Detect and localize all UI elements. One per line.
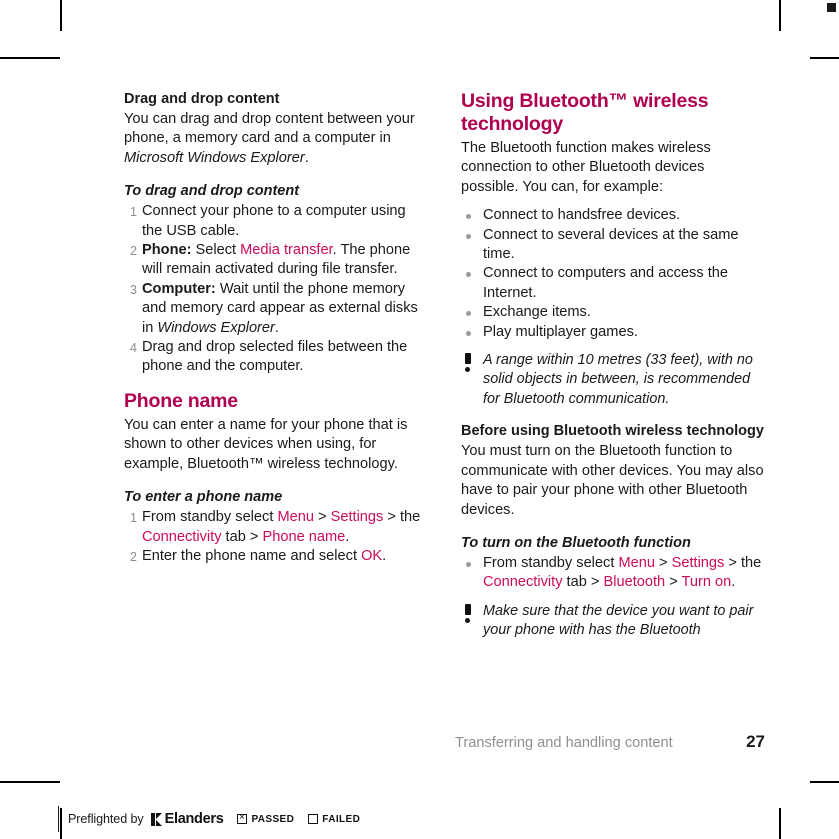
list-item: Connect to computers and access the Inte… (461, 264, 764, 303)
registration-square-mark (827, 3, 836, 12)
step-item: From standby select Menu > Settings > th… (124, 508, 421, 545)
steps-drag-and-drop: Connect your phone to a computer using t… (124, 202, 427, 377)
step-item: Connect your phone to a computer using t… (124, 202, 406, 239)
italic-microsoft-windows-explorer: Microsoft Windows Explorer (124, 149, 305, 166)
left-column: Drag and drop content You can drag and d… (124, 90, 427, 641)
preflight-stamp: Preflighted by Elanders PASSED FAILED (58, 806, 360, 832)
paragraph-bluetooth-intro: The Bluetooth function makes wireless co… (461, 140, 711, 195)
steps-turn-on-bluetooth: From standby select Menu > Settings > th… (461, 554, 764, 593)
preflight-prefix-label: Preflighted by (68, 812, 144, 826)
step-item: Drag and drop selected files between the… (124, 338, 408, 375)
ui-term-bluetooth: Bluetooth (603, 574, 666, 591)
ui-term-phone-name: Phone name (262, 528, 346, 545)
page-number: 27 (746, 732, 765, 751)
paragraph-before-using-bluetooth: You must turn on the Bluetooth function … (461, 443, 764, 518)
ui-term-ok: OK (361, 547, 383, 564)
ui-term-connectivity: Connectivity (142, 528, 222, 545)
crop-mark-bottom-right-vertical (779, 808, 781, 839)
heading-using-bluetooth-wireless-technology: Using Bluetooth™ wireless technology (461, 90, 709, 135)
step-item: Enter the phone name and select OK. (124, 547, 387, 568)
list-item: Connect to handsfree devices. (461, 206, 764, 225)
preflight-passed-state: PASSED (237, 812, 295, 825)
ui-term-settings: Settings (671, 554, 725, 571)
crop-mark-bottom-left-horizontal (0, 781, 60, 783)
passed-label: PASSED (251, 813, 295, 825)
ui-term-connectivity: Connectivity (483, 574, 563, 591)
heading-drag-and-drop-content: Drag and drop content (124, 91, 280, 107)
running-title: Transferring and handling content (455, 735, 673, 751)
page-columns: Drag and drop content You can drag and d… (124, 90, 764, 641)
step-device-label-phone: Phone: (142, 242, 192, 259)
list-item: Connect to several devices at the same t… (461, 226, 764, 265)
ui-term-settings: Settings (330, 509, 384, 526)
crop-mark-top-right-vertical (779, 0, 781, 31)
note-text: Make sure that the device you want to pa… (483, 602, 754, 639)
procedure-heading-to-enter-a-phone-name: To enter a phone name (124, 489, 283, 506)
steps-enter-phone-name: From standby select Menu > Settings > th… (124, 508, 427, 568)
paragraph-phone-name-intro: You can enter a name for your phone that… (124, 416, 408, 472)
failed-label: FAILED (322, 813, 361, 825)
ui-term-media-transfer: Media transfer (240, 242, 333, 259)
ui-term-turn-on: Turn on (681, 574, 732, 591)
exclamation-note-icon (464, 603, 472, 623)
list-item: Play multiplayer games. (461, 323, 764, 342)
crop-mark-bottom-right-horizontal (810, 781, 839, 783)
list-bluetooth-capabilities: Connect to handsfree devices. Connect to… (461, 206, 764, 342)
heading-phone-name: Phone name (124, 389, 238, 412)
crop-mark-top-right-horizontal (810, 57, 839, 59)
printed-page: Drag and drop content You can drag and d… (0, 0, 839, 839)
step-item: Phone: Select Media transfer. The phone … (124, 241, 411, 278)
procedure-heading-to-turn-on-the-bluetooth-function: To turn on the Bluetooth function (461, 534, 691, 551)
note-pairing-requirement: Make sure that the device you want to pa… (461, 602, 764, 641)
note-spacer (461, 342, 764, 351)
step-item: From standby select Menu > Settings > th… (461, 554, 764, 593)
page-footer: Transferring and handling content 27 (455, 732, 765, 752)
list-item: Exchange items. (461, 303, 764, 322)
preflight-failed-state: FAILED (308, 814, 360, 825)
crop-mark-top-left-vertical (60, 0, 62, 31)
exclamation-note-icon (464, 353, 472, 373)
ui-term-menu: Menu (618, 554, 655, 571)
step-device-label-computer: Computer: (142, 280, 216, 297)
paragraph-drag-and-drop-intro: You can drag and drop content between yo… (124, 111, 415, 166)
note-text: A range within 10 metres (33 feet), with… (483, 352, 753, 407)
failed-checkbox[interactable] (308, 814, 319, 824)
heading-before-using-bluetooth-wireless-technology: Before using Bluetooth wireless technolo… (461, 423, 764, 440)
procedure-heading-to-drag-and-drop-content: To drag and drop content (124, 183, 300, 200)
elanders-logo-icon (150, 812, 162, 826)
step-item: Computer: Wait until the phone memory an… (124, 280, 418, 336)
note-bluetooth-range: A range within 10 metres (33 feet), with… (461, 351, 764, 409)
crop-mark-top-left-horizontal (0, 57, 60, 59)
italic-windows-explorer: Windows Explorer (157, 319, 275, 336)
elanders-company-name: Elanders (164, 811, 224, 827)
right-column: Using Bluetooth™ wireless technology The… (461, 90, 764, 641)
ui-term-menu: Menu (277, 509, 314, 526)
note-spacer (461, 593, 764, 602)
passed-checkbox[interactable] (237, 812, 248, 824)
